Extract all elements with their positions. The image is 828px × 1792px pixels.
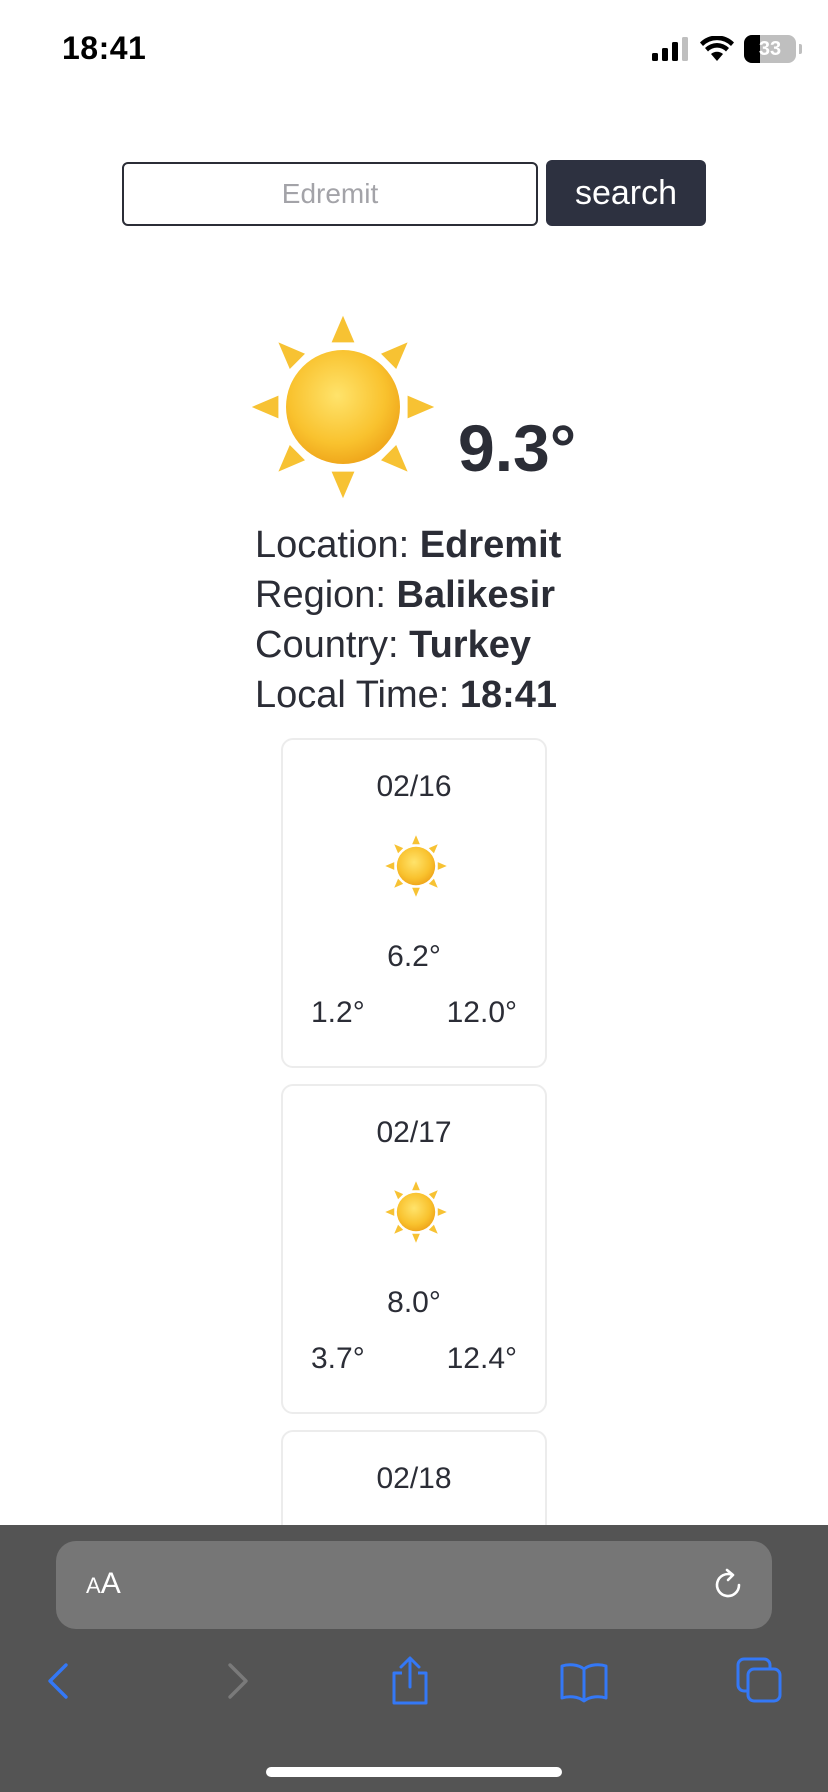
forecast-date: 02/17 <box>376 1116 452 1149</box>
reload-icon[interactable] <box>710 1567 746 1603</box>
local-time-value: 18:41 <box>459 674 558 716</box>
forecast-date: 02/16 <box>376 770 452 803</box>
search-button[interactable]: search <box>546 160 706 226</box>
forecast-card: 02/16 6.2° 1.2° 12.0° <box>281 738 547 1068</box>
search-input[interactable] <box>122 162 538 226</box>
bookmarks-icon[interactable] <box>558 1655 610 1707</box>
forecast-min-temp: 1.2° <box>311 996 365 1029</box>
battery-icon: 33 <box>744 35 802 63</box>
current-temperature: 9.3° <box>458 411 577 485</box>
region-line: Region: Balikesir <box>255 574 555 617</box>
country-line: Country: Turkey <box>255 624 531 667</box>
forecast-max-temp: 12.0° <box>446 996 517 1029</box>
back-icon[interactable] <box>34 1655 86 1707</box>
region-value: Balikesir <box>396 574 555 616</box>
sun-icon <box>384 1180 448 1244</box>
share-icon[interactable] <box>384 1655 436 1707</box>
battery-level: 33 <box>758 37 782 60</box>
forecast-max-temp: 12.4° <box>446 1342 517 1375</box>
country-label: Country: <box>255 624 410 666</box>
region-label: Region: <box>255 574 397 616</box>
forward-icon[interactable] <box>210 1655 262 1707</box>
cellular-signal-icon <box>652 37 688 61</box>
local-time-line: Local Time: 18:41 <box>255 674 557 717</box>
status-icons: 33 <box>652 34 802 64</box>
forecast-date: 02/18 <box>376 1462 452 1495</box>
browser-toolbar: AA <box>0 1525 828 1792</box>
status-time: 18:41 <box>62 30 147 66</box>
forecast-avg-temp: 6.2° <box>387 940 441 973</box>
status-bar: 18:41 33 <box>0 0 828 100</box>
tabs-icon[interactable] <box>734 1655 786 1707</box>
forecast-min-temp: 3.7° <box>311 1342 365 1375</box>
home-indicator <box>266 1767 562 1777</box>
location-value: Edremit <box>419 524 562 566</box>
sun-icon <box>384 834 448 898</box>
sun-icon <box>248 312 438 502</box>
country-value: Turkey <box>409 624 531 666</box>
forecast-avg-temp: 8.0° <box>387 1286 441 1319</box>
location-line: Location: Edremit <box>255 524 561 567</box>
forecast-card: 02/17 8.0° 3.7° 12.4° <box>281 1084 547 1414</box>
reader-settings-button[interactable]: AA <box>86 1567 121 1601</box>
location-label: Location: <box>255 524 420 566</box>
wifi-icon <box>700 36 734 61</box>
local-time-label: Local Time: <box>255 674 460 716</box>
address-bar[interactable]: AA <box>56 1541 772 1629</box>
